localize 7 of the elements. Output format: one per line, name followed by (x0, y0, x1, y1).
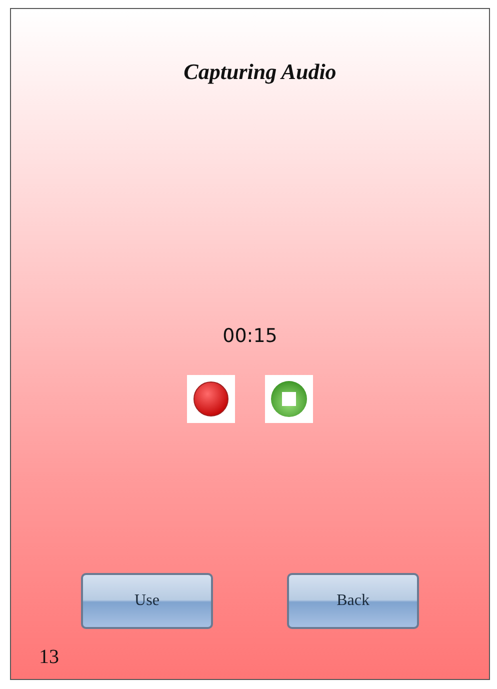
record-icon[interactable] (192, 380, 230, 418)
stop-icon[interactable] (269, 379, 309, 419)
timer: 00:15 (222, 325, 278, 347)
action-button[interactable]: Back (287, 573, 419, 629)
title: Capturing Audio (184, 59, 336, 85)
page-number: 13 (39, 646, 59, 669)
action-button[interactable]: Use (81, 573, 213, 629)
